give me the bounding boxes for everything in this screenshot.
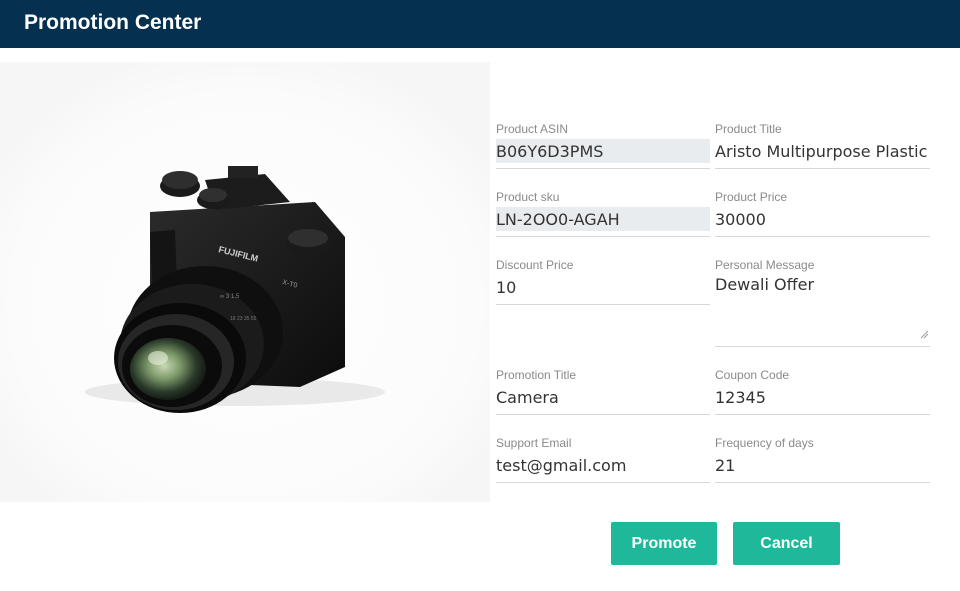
field-underline — [715, 236, 930, 237]
promotion-title-input[interactable] — [496, 385, 710, 409]
product-asin-input[interactable] — [496, 139, 710, 163]
page-title: Promotion Center — [24, 11, 202, 34]
field-underline — [715, 482, 930, 483]
product-price-input[interactable] — [715, 207, 930, 231]
product-title-field: Product Title — [715, 122, 930, 170]
personal-message-textarea[interactable]: Dewali Offer — [715, 275, 930, 339]
support-email-field: Support Email — [496, 436, 710, 484]
product-sku-label: Product sku — [496, 190, 560, 204]
field-underline — [496, 414, 710, 415]
frequency-of-days-input[interactable] — [715, 453, 930, 477]
field-underline — [715, 414, 930, 415]
discount-price-label: Discount Price — [496, 258, 574, 272]
support-email-input[interactable] — [496, 453, 710, 477]
support-email-label: Support Email — [496, 436, 572, 450]
product-sku-field: Product sku — [496, 190, 710, 238]
discount-price-input[interactable] — [496, 275, 710, 299]
field-underline — [496, 168, 710, 169]
promote-button[interactable]: Promote — [611, 522, 717, 565]
product-image: FUJIFILM X-T0 ∞ 3 1.5 18 23 35 55 — [0, 62, 490, 502]
coupon-code-input[interactable] — [715, 385, 930, 409]
discount-price-field: Discount Price — [496, 258, 710, 306]
frequency-of-days-label: Frequency of days — [715, 436, 814, 450]
product-title-input[interactable] — [715, 139, 930, 163]
coupon-code-field: Coupon Code — [715, 368, 930, 416]
product-asin-label: Product ASIN — [496, 122, 569, 136]
field-underline — [715, 346, 930, 347]
field-underline — [715, 168, 930, 169]
resize-grip-icon[interactable] — [920, 330, 929, 339]
product-price-label: Product Price — [715, 190, 788, 204]
product-asin-field: Product ASIN — [496, 122, 710, 170]
field-underline — [496, 304, 710, 305]
personal-message-label: Personal Message — [715, 258, 815, 272]
personal-message-field: Personal Message Dewali Offer — [715, 258, 930, 348]
product-title-label: Product Title — [715, 122, 782, 136]
field-underline — [496, 482, 710, 483]
svg-text:∞ 3 1.5: ∞ 3 1.5 — [220, 294, 240, 300]
cancel-button[interactable]: Cancel — [733, 522, 840, 565]
promotion-title-label: Promotion Title — [496, 368, 577, 382]
product-price-field: Product Price — [715, 190, 930, 238]
coupon-code-label: Coupon Code — [715, 368, 790, 382]
frequency-of-days-field: Frequency of days — [715, 436, 930, 484]
field-underline — [496, 236, 710, 237]
app-header: Promotion Center — [0, 0, 960, 48]
svg-text:18 23 35 55: 18 23 35 55 — [230, 316, 257, 322]
promotion-title-field: Promotion Title — [496, 368, 710, 416]
product-sku-input[interactable] — [496, 207, 710, 231]
